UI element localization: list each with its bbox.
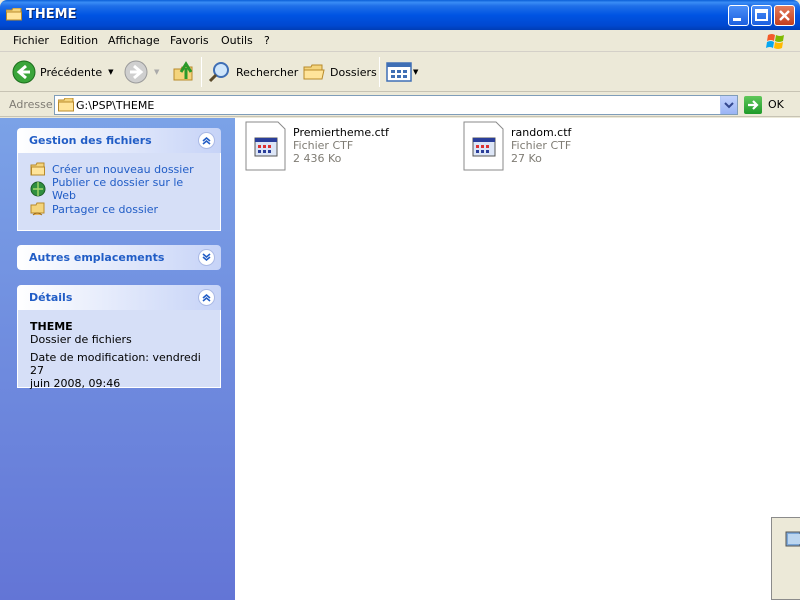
- file-tasks-header[interactable]: Gestion des fichiers: [17, 128, 221, 153]
- go-button[interactable]: [744, 96, 762, 114]
- window-title: THEME: [26, 7, 77, 22]
- back-arrow-icon: [12, 60, 36, 84]
- close-icon: [779, 10, 790, 21]
- go-label[interactable]: OK: [768, 98, 784, 111]
- file-type: Fichier CTF: [293, 139, 354, 152]
- address-bar: Adresse G:\PSP\THEME OK: [0, 93, 800, 117]
- close-button[interactable]: [774, 5, 795, 26]
- address-input[interactable]: G:\PSP\THEME: [54, 95, 738, 115]
- publish-web-icon: [30, 181, 46, 197]
- file-tasks-title: Gestion des fichiers: [29, 134, 152, 147]
- windows-logo-icon: [766, 34, 784, 49]
- search-label: Rechercher: [236, 65, 299, 79]
- file-tasks-body: Créer un nouveau dossier Publier ce doss…: [17, 153, 221, 231]
- search-icon: [208, 62, 229, 83]
- up-folder-button[interactable]: [172, 56, 196, 88]
- folder-icon: [58, 98, 74, 112]
- file-text: random.ctf Fichier CTF 27 Ko: [511, 126, 571, 165]
- minimize-icon: [733, 18, 741, 21]
- menu-bar: Fichier Edition Affichage Favoris Outils…: [0, 30, 800, 52]
- details-title: Détails: [29, 291, 73, 304]
- views-dropdown-icon[interactable]: ▼: [413, 68, 418, 76]
- task-publish-web[interactable]: Publier ce dossier sur le Web: [30, 176, 208, 202]
- details-body: THEME Dossier de fichiers Date de modifi…: [17, 310, 221, 390]
- collapse-chevron-icon[interactable]: [198, 289, 215, 306]
- file-tasks-panel: Gestion des fichiers Créer un nouveau do…: [17, 128, 221, 231]
- file-size: 27 Ko: [511, 152, 542, 165]
- chevron-down-icon: [724, 102, 734, 109]
- computer-icon: [785, 531, 800, 547]
- toolbar-separator: [379, 57, 380, 87]
- views-button[interactable]: ▼: [386, 56, 418, 88]
- menu-fichier[interactable]: Fichier: [13, 34, 49, 47]
- details-modified-line2: juin 2008, 09:46: [30, 377, 121, 390]
- other-places-title: Autres emplacements: [29, 251, 165, 264]
- task-label: Partager ce dossier: [52, 202, 159, 216]
- file-name: random.ctf: [511, 126, 572, 139]
- toolbar: Précédente ▼ ▼ Rechercher Dossiers ▼: [0, 53, 800, 92]
- menu-favoris[interactable]: Favoris: [170, 34, 209, 47]
- file-name: Premiertheme.ctf: [293, 126, 389, 139]
- go-arrow-icon: [748, 100, 759, 110]
- search-button[interactable]: Rechercher: [208, 56, 298, 88]
- maximize-icon: [755, 9, 768, 21]
- menu-affichage[interactable]: Affichage: [108, 34, 160, 47]
- file-size: 2 436 Ko: [293, 152, 342, 165]
- task-share-folder[interactable]: Partager ce dossier: [30, 199, 208, 219]
- menu-edition[interactable]: Edition: [60, 34, 98, 47]
- folders-label: Dossiers: [330, 65, 377, 79]
- folder-icon: [6, 8, 22, 21]
- background-window-edge[interactable]: [771, 517, 800, 600]
- details-modified-line1: Date de modification: vendredi 27: [30, 351, 201, 377]
- menu-help[interactable]: ?: [264, 34, 270, 47]
- address-label: Adresse: [9, 98, 53, 111]
- task-label: Créer un nouveau dossier: [52, 162, 194, 176]
- up-folder-icon: [173, 61, 193, 81]
- share-folder-icon: [30, 202, 45, 216]
- views-icon: [386, 62, 412, 82]
- explorer-window: THEME Fichier Edition Affichage Favoris …: [0, 0, 800, 600]
- address-dropdown-button[interactable]: [720, 96, 737, 114]
- title-bar[interactable]: THEME: [0, 0, 800, 30]
- forward-arrow-icon: [124, 60, 148, 84]
- task-label: Publier ce dossier sur le Web: [52, 176, 184, 202]
- forward-dropdown-icon[interactable]: ▼: [154, 68, 159, 76]
- content-area: Gestion des fichiers Créer un nouveau do…: [0, 118, 800, 600]
- new-folder-icon: [30, 162, 45, 176]
- back-label: Précédente: [40, 65, 103, 79]
- forward-button[interactable]: ▼: [124, 56, 159, 88]
- task-pane: Gestion des fichiers Créer un nouveau do…: [0, 118, 235, 600]
- ctf-file-icon: [245, 121, 286, 171]
- details-header[interactable]: Détails: [17, 285, 221, 310]
- back-dropdown-icon[interactable]: ▼: [108, 68, 113, 76]
- folders-button[interactable]: Dossiers: [302, 56, 377, 88]
- other-places-panel: Autres emplacements: [17, 245, 221, 270]
- maximize-button[interactable]: [751, 5, 772, 26]
- address-value: G:\PSP\THEME: [76, 99, 155, 112]
- file-text: Premiertheme.ctf Fichier CTF 2 436 Ko: [293, 126, 389, 165]
- folders-icon: [303, 64, 325, 80]
- details-panel: Détails THEME Dossier de fichiers Date d…: [17, 285, 221, 390]
- file-view[interactable]: Premiertheme.ctf Fichier CTF 2 436 Ko ra…: [235, 118, 800, 600]
- collapse-chevron-icon[interactable]: [198, 132, 215, 149]
- toolbar-separator: [201, 57, 202, 87]
- menu-outils[interactable]: Outils: [221, 34, 253, 47]
- expand-chevron-icon[interactable]: [198, 249, 215, 266]
- details-name: THEME: [30, 320, 73, 333]
- file-item[interactable]: random.ctf Fichier CTF 27 Ko: [454, 121, 654, 173]
- file-type: Fichier CTF: [511, 139, 572, 152]
- details-type: Dossier de fichiers: [30, 333, 132, 346]
- minimize-button[interactable]: [728, 5, 749, 26]
- other-places-header[interactable]: Autres emplacements: [17, 245, 221, 270]
- back-button[interactable]: Précédente ▼: [12, 56, 114, 88]
- file-item[interactable]: Premiertheme.ctf Fichier CTF 2 436 Ko: [236, 121, 436, 173]
- ctf-file-icon: [463, 121, 504, 171]
